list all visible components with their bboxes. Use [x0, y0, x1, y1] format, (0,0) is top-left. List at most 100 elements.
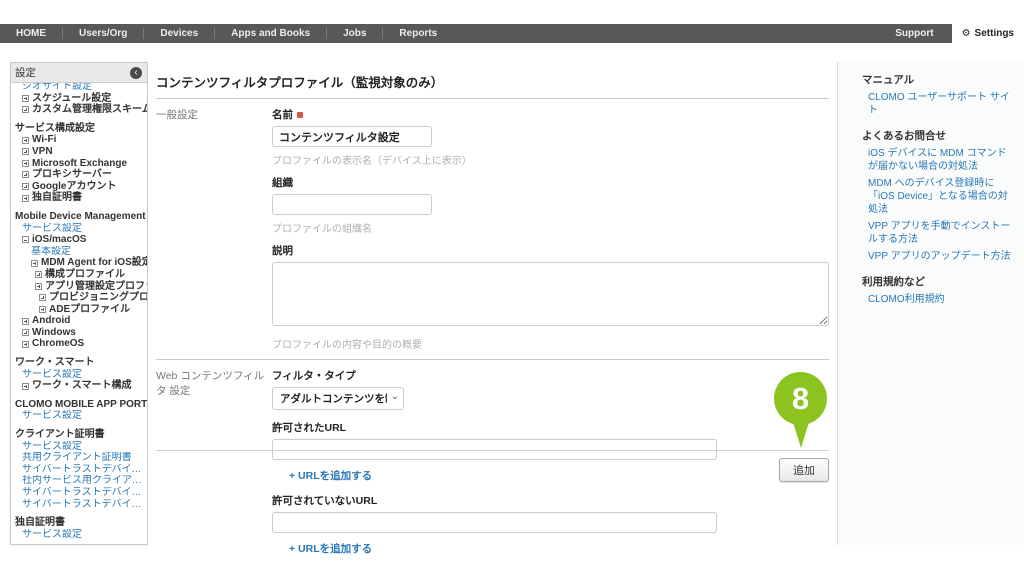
sidebar-item-node[interactable]: Windows — [11, 327, 147, 339]
sidebar-item-link[interactable]: サイバートラストデバイスID G3is... — [11, 487, 147, 499]
sidebar-item-node[interactable]: Wi-Fi — [11, 134, 147, 146]
sidebar-item-label: カスタム管理権限スキーム設定 — [32, 104, 147, 116]
tree-gap — [11, 422, 147, 429]
organization-input[interactable] — [272, 194, 432, 215]
org-label: 組織 — [272, 175, 829, 190]
sidebar-item-node[interactable]: ChromeOS — [11, 338, 147, 350]
add-denied-url-link[interactable]: + URLを追加する — [289, 541, 829, 556]
nav-item-users-org[interactable]: Users/Org — [63, 24, 143, 43]
sidebar-item-link[interactable]: 共用クライアント証明書 — [11, 452, 147, 464]
sidebar-item-label: Wi-Fi — [32, 134, 56, 146]
sidebar-item-link[interactable]: サイバートラストデバイスID G3is(... — [11, 499, 147, 511]
name-helper: プロファイルの表示名（デバイス上に表示） — [272, 152, 829, 167]
help-link[interactable]: MDM へのデバイス登録時に「iOS Device」となる場合の対処法 — [868, 177, 1012, 216]
sidebar-section-header: 独自証明書 — [11, 517, 147, 529]
sidebar-item-link[interactable]: ジオサイト設定 — [11, 83, 147, 93]
sidebar-item-node[interactable]: Googleアカウント — [11, 181, 147, 193]
sidebar-item-label: プロビジョニングプロファイル — [49, 292, 147, 304]
expand-toggle-icon[interactable] — [22, 95, 29, 102]
profile-name-input[interactable] — [272, 126, 432, 147]
sidebar-item-label: 独自証明書 — [32, 192, 82, 204]
nav-item-reports[interactable]: Reports — [383, 24, 453, 43]
sidebar-item-node[interactable]: 構成プロファイル — [11, 269, 147, 281]
collapse-sidebar-icon[interactable]: ‹ — [130, 67, 142, 79]
sidebar-item-label: Windows — [32, 327, 76, 339]
help-link[interactable]: VPP アプリを手動でインストールする方法 — [868, 220, 1012, 246]
expand-toggle-icon[interactable] — [22, 383, 29, 390]
collapse-toggle-icon[interactable] — [22, 236, 29, 243]
expand-toggle-icon[interactable] — [22, 137, 29, 144]
sidebar-item-link[interactable]: サービス設定 — [11, 441, 147, 453]
sidebar-section-header: CLOMO MOBILE APP PORTAL — [11, 399, 147, 411]
expand-toggle-icon[interactable] — [31, 260, 38, 267]
sidebar-section-header: サービス構成設定 — [11, 123, 147, 135]
sidebar-item-link[interactable]: サービス設定 — [11, 529, 147, 541]
expand-toggle-icon[interactable] — [35, 271, 42, 278]
expand-toggle-icon[interactable] — [35, 283, 42, 290]
sidebar-item-link[interactable]: 基本設定 — [11, 246, 147, 258]
nav-item-home[interactable]: HOME — [0, 24, 62, 43]
sidebar-item-node[interactable]: プロビジョニングプロファイル — [11, 292, 147, 304]
help-link[interactable]: iOS デバイスに MDM コマンドが届かない場合の対処法 — [868, 147, 1012, 173]
sidebar-item-node[interactable]: スケジュール設定 — [11, 93, 147, 105]
sidebar-item-node[interactable]: Android — [11, 315, 147, 327]
sidebar-header: 設定 ‹ — [11, 63, 147, 83]
gear-icon: ⚙ — [962, 29, 971, 39]
help-link[interactable]: CLOMO利用規約 — [868, 293, 1012, 306]
sidebar-item-label: Googleアカウント — [32, 181, 116, 193]
nav-item-support[interactable]: Support — [877, 24, 951, 43]
expand-toggle-icon[interactable] — [22, 148, 29, 155]
expand-toggle-icon[interactable] — [39, 294, 46, 301]
sidebar-item-node[interactable]: プロキシサーバー — [11, 169, 147, 181]
sidebar-item-node[interactable]: ワーク・スマート構成 — [11, 380, 147, 392]
expand-toggle-icon[interactable] — [22, 341, 29, 348]
nav-item-settings[interactable]: ⚙ Settings — [952, 24, 1024, 43]
sidebar-item-link[interactable]: サービス設定 — [11, 223, 147, 235]
filter-type-select[interactable]: アダルトコンテンツを制限 — [272, 387, 404, 410]
sidebar-item-node[interactable]: 独自証明書 — [11, 192, 147, 204]
sidebar-item-link[interactable]: サービス設定 — [11, 369, 147, 381]
sidebar-item-link[interactable]: サイバートラストデバイスID(pilot)... — [11, 464, 147, 476]
sidebar-item-node[interactable]: MDM Agent for iOS設定 — [11, 257, 147, 269]
description-textarea[interactable] — [272, 262, 829, 326]
expand-toggle-icon[interactable] — [22, 183, 29, 190]
nav-item-devices[interactable]: Devices — [144, 24, 214, 43]
help-link[interactable]: CLOMO ユーザーサポート サイト — [868, 91, 1012, 117]
description-label: 説明 — [272, 243, 829, 258]
nav-item-apps-and-books[interactable]: Apps and Books — [215, 24, 326, 43]
sidebar-item-link[interactable]: サービス設定 — [11, 410, 147, 422]
expand-toggle-icon[interactable] — [39, 306, 46, 313]
expand-toggle-icon[interactable] — [22, 106, 29, 113]
help-section: よくあるお問合せiOS デバイスに MDM コマンドが届かない場合の対処法MDM… — [862, 128, 1012, 263]
help-section: マニュアル CLOMO ユーザーサポート サイト — [862, 72, 1012, 117]
expand-toggle-icon[interactable] — [22, 318, 29, 325]
top-nav-right: Support ⚙ Settings — [877, 24, 1024, 43]
top-nav: HOMEUsers/OrgDevicesApps and BooksJobsRe… — [0, 24, 1024, 43]
nav-item-jobs[interactable]: Jobs — [327, 24, 382, 43]
help-section-title: 利用規約など — [862, 274, 1012, 289]
help-link[interactable]: VPP アプリのアップデート方法 — [868, 250, 1012, 263]
filter-type-label: フィルタ・タイプ — [272, 368, 829, 383]
sidebar-item-node[interactable]: iOS/macOS — [11, 234, 147, 246]
sidebar-item-node[interactable]: アプリ管理設定プロファイル — [11, 281, 147, 293]
sidebar-item-node[interactable]: Microsoft Exchange — [11, 158, 147, 170]
tree-gap — [11, 392, 147, 399]
help-section-title: マニュアル — [862, 72, 1012, 87]
sidebar-item-label: ADEプロファイル — [49, 304, 130, 316]
add-button[interactable]: 追加 — [779, 458, 829, 482]
expand-toggle-icon[interactable] — [22, 160, 29, 167]
sidebar-section-header: Mobile Device Management — [11, 211, 147, 223]
page-title: コンテンツフィルタプロファイル（監視対象のみ） — [156, 70, 829, 98]
sidebar-item-node[interactable]: カスタム管理権限スキーム設定 — [11, 104, 147, 116]
sidebar-item-node[interactable]: ADEプロファイル — [11, 304, 147, 316]
sidebar-item-label: ChromeOS — [32, 338, 84, 350]
expand-toggle-icon[interactable] — [22, 195, 29, 202]
sidebar-item-link[interactable]: 社内サービス用クライアント証明書 — [11, 475, 147, 487]
denied-url-input[interactable] — [272, 512, 717, 533]
expand-toggle-icon[interactable] — [22, 171, 29, 178]
expand-toggle-icon[interactable] — [22, 329, 29, 336]
tree-gap — [11, 350, 147, 357]
help-sidebar: マニュアル CLOMO ユーザーサポート サイトよくあるお問合せiOS デバイスに… — [838, 62, 1024, 545]
sidebar-item-node[interactable]: VPN — [11, 146, 147, 158]
denied-url-label: 許可されていないURL — [272, 493, 829, 508]
